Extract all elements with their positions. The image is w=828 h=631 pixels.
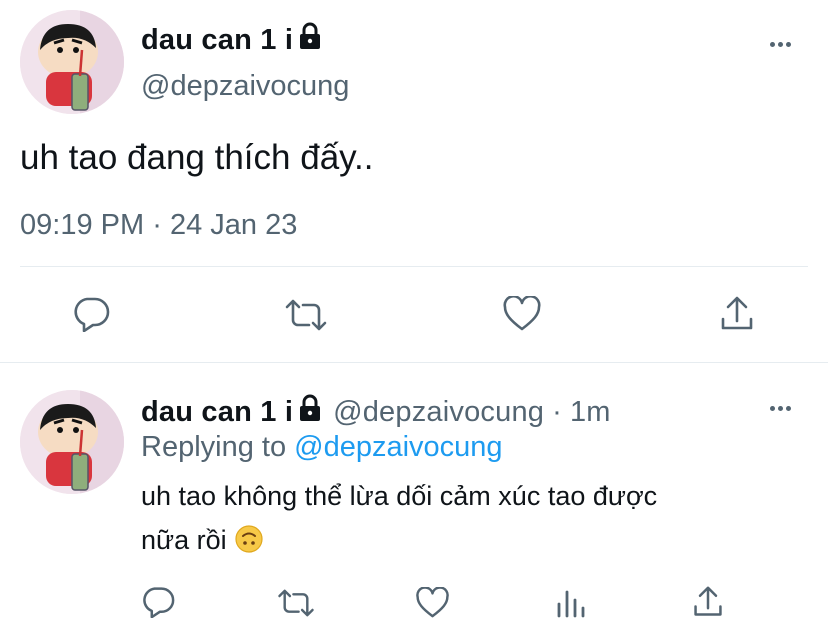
meta-separator: · [552, 395, 562, 428]
replying-prefix: Replying to [141, 431, 287, 463]
main-tweet-timestamp[interactable]: 09:19 PM · 24 Jan 23 [20, 209, 297, 242]
reply-tweet-text: uh tao không thể lừa dối cảm xúc tao đượ… [141, 474, 801, 562]
lock-icon [297, 394, 323, 430]
meta-separator: · [152, 209, 162, 241]
more-options-icon[interactable] [770, 42, 791, 47]
upside-down-face-icon [234, 523, 264, 553]
main-display-name-text: dau can 1 i [141, 23, 294, 56]
reply-text-line2: nữa rồi [141, 518, 801, 562]
reply-age[interactable]: 1m [570, 396, 611, 429]
main-tweet-time: 09:19 PM [20, 209, 145, 241]
main-display-name[interactable]: dau can 1 i [141, 22, 323, 58]
lock-icon [297, 22, 323, 58]
reply-avatar[interactable] [20, 390, 124, 494]
main-handle[interactable]: @depzaivocung [141, 70, 349, 103]
reply-icon[interactable] [72, 296, 110, 332]
reply-display-name[interactable]: dau can 1 i [141, 396, 293, 429]
reply-icon[interactable] [141, 586, 175, 618]
main-tweet-text: uh tao đang thích đấy.. [20, 138, 374, 177]
share-icon[interactable] [692, 585, 724, 619]
main-tweet-date: 24 Jan 23 [169, 209, 298, 241]
more-options-icon[interactable] [770, 406, 791, 411]
reply-handle[interactable]: @depzaivocung [333, 396, 544, 429]
divider [0, 362, 828, 363]
views-icon[interactable] [556, 588, 586, 618]
heart-icon[interactable] [415, 587, 450, 619]
replying-handle-link[interactable]: @depzaivocung [294, 431, 502, 463]
reply-text-line2-text: nữa rồi [141, 525, 227, 555]
heart-icon[interactable] [502, 296, 542, 332]
main-avatar[interactable] [20, 10, 124, 114]
divider [20, 266, 808, 267]
retweet-icon[interactable] [283, 297, 329, 333]
retweet-icon[interactable] [276, 587, 316, 619]
reply-header: dau can 1 i @depzaivocung · 1m [141, 394, 611, 430]
reply-text-line1: uh tao không thể lừa dối cảm xúc tao đượ… [141, 481, 658, 511]
share-icon[interactable] [719, 295, 755, 333]
replying-to: Replying to @depzaivocung [141, 431, 503, 464]
